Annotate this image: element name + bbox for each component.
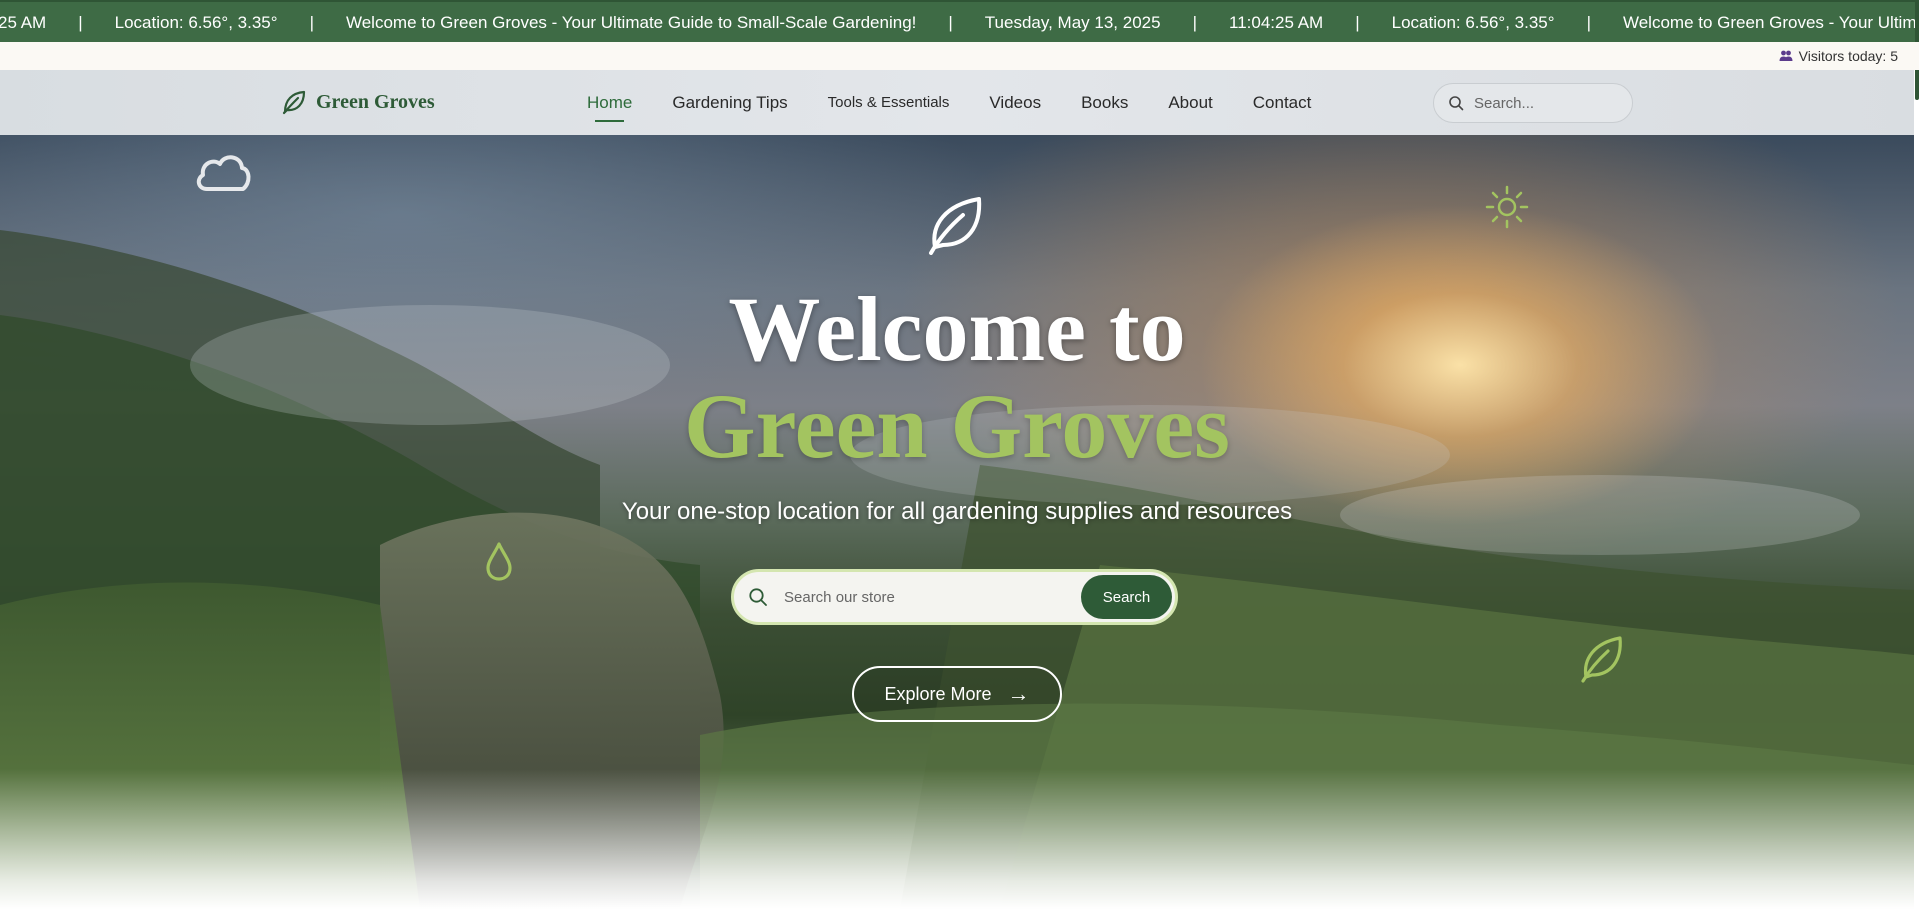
nav-search-input[interactable] <box>1474 94 1614 112</box>
nav-search-box[interactable] <box>1433 83 1633 123</box>
site-logo[interactable]: Green Groves <box>280 88 435 116</box>
nav-link-books[interactable]: Books <box>1081 93 1128 113</box>
store-search-button[interactable]: Search <box>1081 575 1172 619</box>
nav-link-about[interactable]: About <box>1168 93 1212 113</box>
visitor-count-label: Visitors today: 5 <box>1798 48 1898 64</box>
leaf-icon <box>282 90 306 115</box>
water-drop-icon <box>486 542 512 581</box>
hero-bottom-fade <box>0 769 1914 909</box>
leaf-icon <box>1581 636 1622 683</box>
ticker-separator: | <box>1586 13 1591 32</box>
search-icon <box>749 588 767 606</box>
logo-text: Green Groves <box>316 90 435 113</box>
hero-title-line2: Green Groves <box>684 375 1230 477</box>
store-search-bar[interactable]: Search <box>731 569 1178 625</box>
leaf-icon <box>929 197 982 255</box>
nav-link-contact[interactable]: Contact <box>1253 93 1312 113</box>
ticker-item: Welcome to Green Groves - Your Ultimate … <box>345 13 917 32</box>
hero-subtitle: Your one-stop location for all gardening… <box>621 498 1293 525</box>
arrow-right-icon: → <box>1007 681 1030 706</box>
hero-section: Welcome to Green Groves Your one-stop lo… <box>0 135 1914 909</box>
nav-links: Home Gardening Tips Tools & Essentials V… <box>587 70 1311 135</box>
ticker-separator: | <box>78 13 83 32</box>
sun-icon <box>1485 185 1529 229</box>
news-ticker: 25 AM | Location: 6.56°, 3.35° | Welcome… <box>0 0 1919 42</box>
ticker-separator: | <box>1192 13 1197 32</box>
nav-link-videos[interactable]: Videos <box>989 93 1041 113</box>
explore-more-label: Explore More <box>884 683 992 704</box>
ticker-track: 25 AM | Location: 6.56°, 3.35° | Welcome… <box>0 2 1919 42</box>
ticker-item: Location: 6.56°, 3.35° <box>114 13 278 32</box>
visitor-strip: Visitors today: 5 <box>0 42 1919 70</box>
users-icon <box>1779 50 1793 61</box>
ticker-item: 11:04:25 AM <box>1229 13 1324 32</box>
ticker-item: Location: 6.56°, 3.35° <box>1391 13 1555 32</box>
ticker-item: Tuesday, May 13, 2025 <box>984 13 1161 32</box>
nav-link-home[interactable]: Home <box>587 93 632 122</box>
ticker-separator: | <box>948 13 953 32</box>
main-navbar: Green Groves Home Gardening Tips Tools &… <box>0 70 1914 135</box>
cloud-icon <box>196 155 251 191</box>
nav-link-gardening-tips[interactable]: Gardening Tips <box>672 93 787 113</box>
ticker-separator: | <box>309 13 314 32</box>
ticker-separator: | <box>1355 13 1360 32</box>
ticker-item: Welcome to Green Groves - Your Ultimate … <box>1622 13 1919 32</box>
search-icon <box>1449 96 1464 111</box>
visitor-counter: Visitors today: 5 <box>1779 48 1898 64</box>
hero-title-line1: Welcome to <box>728 278 1186 380</box>
nav-link-tools-essentials[interactable]: Tools & Essentials <box>828 94 950 111</box>
explore-more-button[interactable]: Explore More → <box>852 666 1062 722</box>
store-search-input[interactable] <box>784 588 1074 606</box>
ticker-item: 25 AM <box>0 13 47 32</box>
